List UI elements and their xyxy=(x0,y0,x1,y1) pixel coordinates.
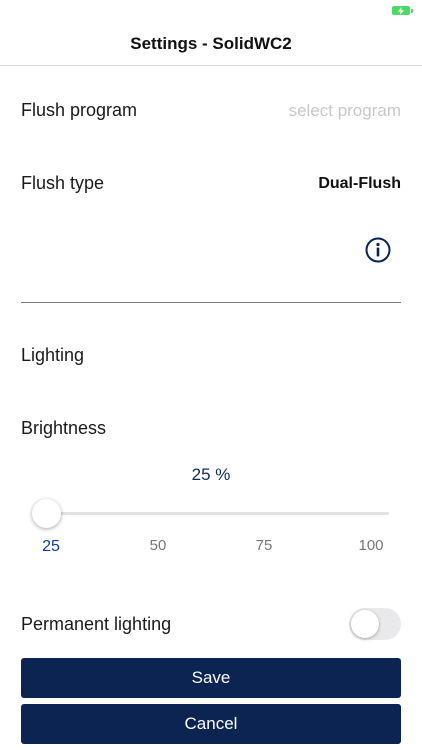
section-divider xyxy=(21,302,401,303)
brightness-tick-25: 25 xyxy=(42,538,60,555)
info-icon[interactable] xyxy=(364,236,392,264)
cancel-button[interactable]: Cancel xyxy=(21,704,401,744)
navigation-bar: Settings - SolidWC2 xyxy=(0,22,422,66)
flush-type-row[interactable]: Flush type Dual-Flush xyxy=(21,173,401,194)
permanent-lighting-label: Permanent lighting xyxy=(21,614,172,634)
brightness-tick-75: 75 xyxy=(255,537,273,554)
brightness-value: 25 % xyxy=(191,465,231,484)
flush-program-row[interactable]: Flush program select program xyxy=(21,100,401,121)
flush-type-label: Flush type xyxy=(21,173,105,193)
lighting-heading: Lighting xyxy=(21,345,85,365)
status-bar xyxy=(0,0,422,22)
toggle-knob xyxy=(351,610,379,638)
flush-program-select[interactable]: select program xyxy=(289,101,401,121)
brightness-slider-track[interactable] xyxy=(45,512,389,515)
page-title: Settings - SolidWC2 xyxy=(130,33,292,53)
permanent-lighting-toggle[interactable] xyxy=(349,608,401,640)
brightness-tick-100: 100 xyxy=(358,537,384,554)
save-button[interactable]: Save xyxy=(21,658,401,698)
brightness-label: Brightness xyxy=(21,418,107,438)
brightness-slider-thumb[interactable] xyxy=(32,499,61,528)
battery-charging-icon xyxy=(392,6,413,15)
flush-program-label: Flush program xyxy=(21,100,138,120)
brightness-tick-50: 50 xyxy=(149,537,167,554)
flush-type-value[interactable]: Dual-Flush xyxy=(318,175,401,193)
